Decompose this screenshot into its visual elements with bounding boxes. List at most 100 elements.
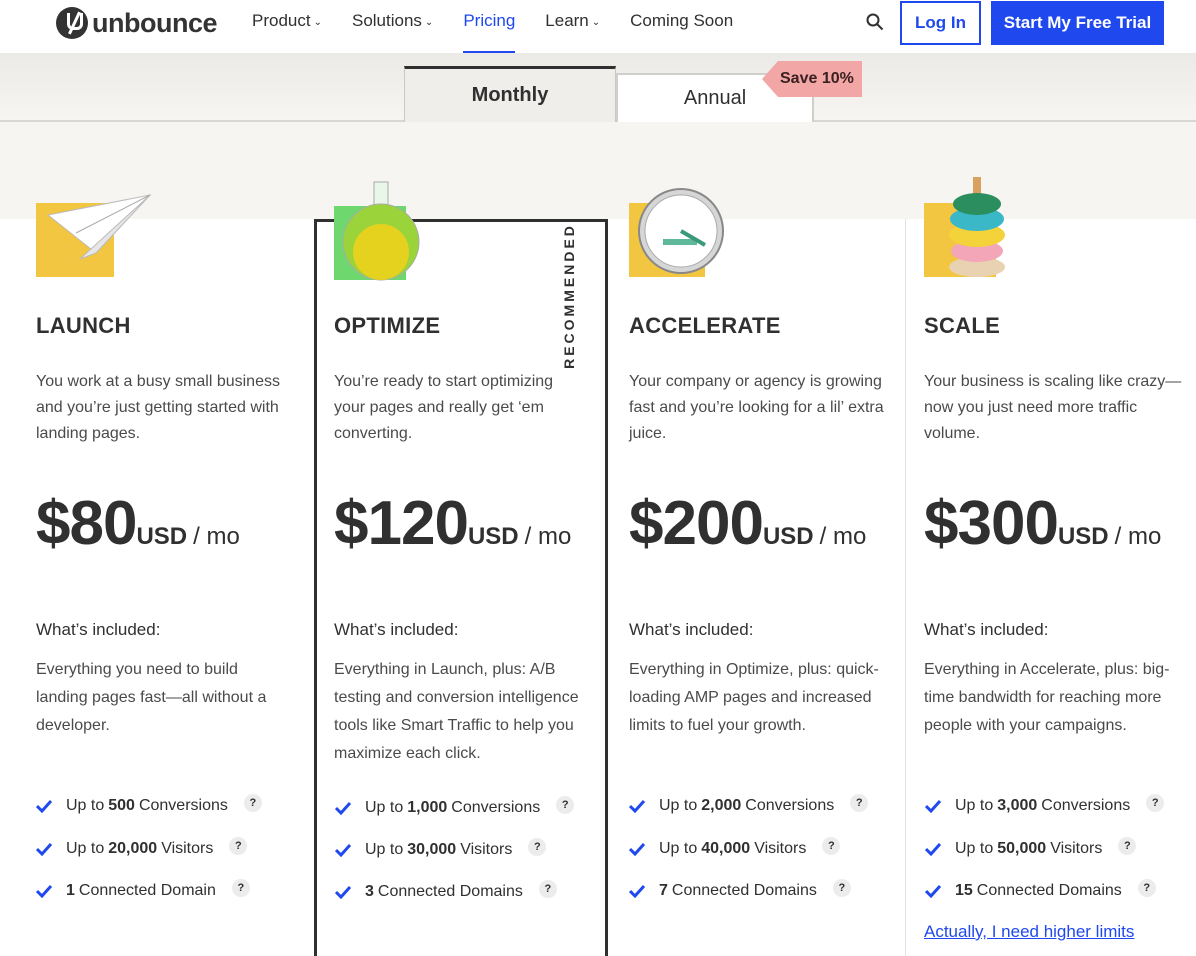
feature-value: 7	[659, 882, 668, 899]
included-description: Everything in Optimize, plus: quick-load…	[629, 661, 879, 734]
chevron-down-icon: ⌄	[313, 17, 322, 28]
feature-value: 1,000	[407, 799, 448, 816]
check-icon	[36, 799, 52, 813]
feature-label: Visitors	[1050, 840, 1103, 857]
feature-label: Conversions	[745, 797, 835, 814]
plan-description: Your business is scaling like crazy—now …	[924, 373, 1182, 442]
save-badge: Save 10%	[762, 61, 862, 97]
feature-prefix: Up to	[659, 840, 698, 857]
feature-label: Conversions	[138, 797, 228, 814]
feature-conversions: Up to 3,000 Conversions ?	[925, 794, 1165, 815]
feature-label: Visitors	[460, 841, 513, 858]
feature-domains: 1 Connected Domain ?	[36, 879, 250, 900]
price-period: / mo	[819, 523, 867, 550]
check-icon	[335, 801, 351, 815]
price-amount: $200	[629, 489, 764, 558]
feature-domains: 3 Connected Domains ?	[335, 880, 557, 901]
feature-label: Conversions	[1041, 797, 1131, 814]
check-icon	[36, 842, 52, 856]
feature-domains: 7 Connected Domains ?	[629, 879, 851, 900]
help-icon[interactable]: ?	[1146, 794, 1165, 812]
help-icon[interactable]: ?	[231, 879, 250, 897]
price-amount: $120	[334, 489, 469, 558]
feature-value: 40,000	[701, 840, 751, 857]
nav-item-label: Solutions	[351, 11, 422, 30]
plan-name: ACCELERATE	[629, 313, 781, 338]
unbounce-logo[interactable]: unbounce	[56, 7, 218, 39]
plan-description: You work at a busy small business and yo…	[36, 373, 280, 442]
feature-label: Conversions	[451, 799, 541, 816]
feature-prefix: Up to	[365, 841, 404, 858]
help-icon[interactable]: ?	[556, 796, 575, 814]
plan-name: SCALE	[924, 313, 1001, 338]
help-icon[interactable]: ?	[832, 879, 851, 897]
feature-value: 2,000	[701, 797, 742, 814]
plan-price: $120 USD / mo	[334, 488, 571, 559]
plan-price: $200 USD / mo	[629, 488, 866, 559]
nav-item-pricing[interactable]: Pricing	[463, 0, 515, 53]
feature-label: Visitors	[161, 840, 214, 857]
help-icon[interactable]: ?	[822, 837, 841, 855]
feature-value: 15	[955, 882, 973, 899]
feature-prefix: Up to	[365, 799, 404, 816]
start-free-trial-button[interactable]: Start My Free Trial	[991, 1, 1164, 45]
recommended-text: RECOMMENDED	[561, 223, 577, 369]
feature-label: Connected Domains	[377, 883, 523, 900]
check-icon	[335, 885, 351, 899]
feature-visitors: Up to 40,000 Visitors ?	[629, 837, 841, 858]
help-icon[interactable]: ?	[243, 794, 262, 812]
nav-menu: Product ⌄ Solutions ⌄ Pricing Learn ⌄ Comin…	[252, 0, 763, 53]
check-icon	[629, 842, 645, 856]
included-description: Everything in Accelerate, plus: big-time…	[924, 661, 1170, 734]
chevron-down-icon: ⌄	[424, 17, 434, 28]
nav-item-coming-soon[interactable]: Coming Soon	[630, 0, 733, 53]
plan-price: $300 USD / mo	[924, 488, 1161, 559]
check-icon	[925, 842, 941, 856]
search-icon[interactable]	[866, 13, 884, 31]
nav-item-learn[interactable]: Learn ⌄	[545, 0, 600, 53]
help-icon[interactable]: ?	[1137, 879, 1156, 897]
price-currency: USD	[1057, 523, 1109, 550]
feature-conversions: Up to 500 Conversions ?	[36, 794, 262, 815]
feature-prefix: Up to	[955, 840, 994, 857]
help-icon[interactable]: ?	[850, 794, 869, 812]
feature-visitors: Up to 50,000 Visitors ?	[925, 837, 1137, 858]
plan-description: Your company or agency is growing fast a…	[629, 373, 884, 442]
feature-prefix: Up to	[66, 840, 105, 857]
unbounce-logo-icon	[56, 7, 88, 39]
check-icon	[925, 799, 941, 813]
chevron-down-icon: ⌄	[591, 17, 601, 28]
help-icon[interactable]: ?	[528, 838, 547, 856]
feature-visitors: Up to 30,000 Visitors ?	[335, 838, 547, 859]
price-currency: USD	[762, 523, 814, 550]
plan-name: OPTIMIZE	[334, 313, 441, 338]
help-icon[interactable]: ?	[1118, 837, 1137, 855]
plan-name: LAUNCH	[36, 313, 131, 338]
nav-item-product[interactable]: Product ⌄	[252, 0, 322, 53]
login-button[interactable]: Log In	[900, 1, 981, 45]
help-icon[interactable]: ?	[229, 837, 248, 855]
recommended-label: RECOMMENDED	[557, 218, 581, 374]
tab-monthly[interactable]: Monthly	[404, 66, 616, 122]
feature-value: 50,000	[997, 840, 1047, 857]
nav-item-label: Coming Soon	[630, 11, 734, 30]
check-icon	[36, 884, 52, 898]
nav-item-solutions[interactable]: Solutions ⌄	[352, 0, 433, 53]
nav-item-label: Pricing	[463, 11, 516, 30]
price-period: / mo	[524, 523, 572, 550]
feature-prefix: Up to	[66, 797, 105, 814]
feature-value: 3,000	[997, 797, 1038, 814]
price-period: / mo	[1114, 523, 1162, 550]
included-title: What’s included:	[629, 620, 754, 639]
nav-item-label: Learn	[545, 11, 589, 30]
billing-toggle-bar: Monthly Annual Save 10%	[0, 53, 1196, 122]
included-description: Everything you need to build landing pag…	[36, 661, 267, 734]
price-currency: USD	[467, 523, 519, 550]
check-icon	[629, 884, 645, 898]
stacking-rings-icon	[924, 177, 1005, 277]
price-period: / mo	[193, 523, 240, 550]
help-icon[interactable]: ?	[538, 880, 557, 898]
higher-limits-link[interactable]: Actually, I need higher limits	[924, 922, 1134, 942]
price-currency: USD	[136, 523, 188, 550]
check-icon	[925, 884, 941, 898]
